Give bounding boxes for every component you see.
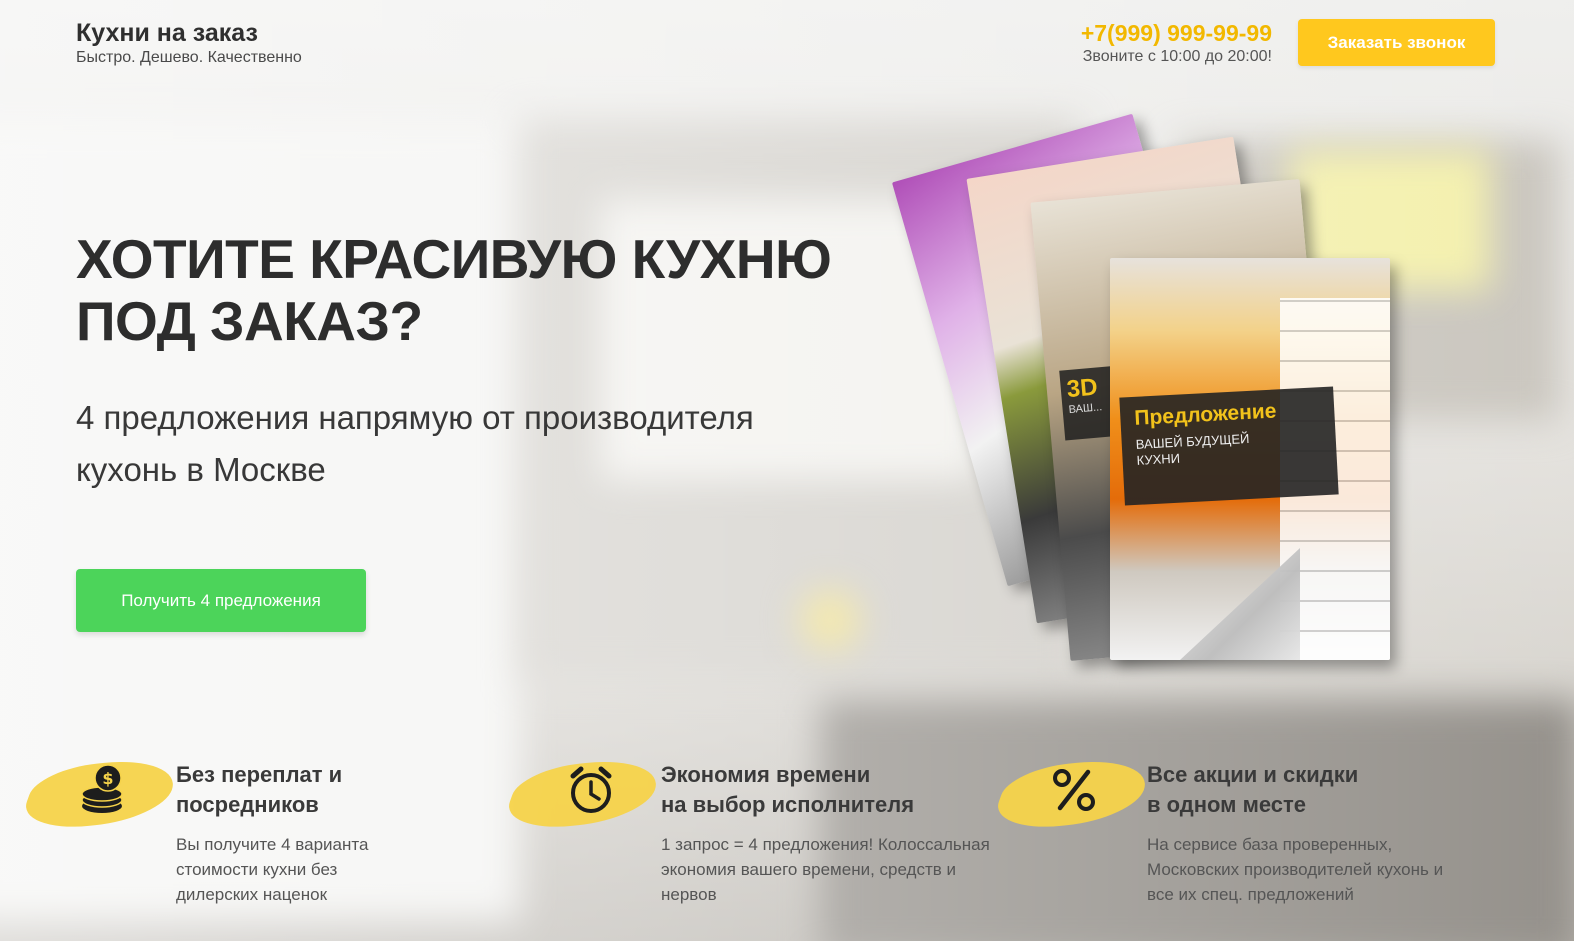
working-hours: Звоните с 10:00 до 20:00! [1082, 48, 1272, 65]
catalog-main-cover: Предложение ВАШЕЙ БУДУЩЕЙ КУХНИ [1110, 258, 1390, 660]
feature-title-line1: Экономия времени [661, 762, 871, 787]
coins-icon: $ [76, 760, 136, 820]
logo-title: Кухни на заказ [76, 19, 258, 47]
hero-title-line2: ПОД ЗАКАЗ? [76, 290, 423, 352]
order-call-button[interactable]: Заказать звонок [1298, 19, 1495, 66]
feature-title-line2: посредников [176, 792, 319, 817]
feature-title: Без переплат и посредников [176, 760, 396, 820]
get-offers-button[interactable]: Получить 4 предложения [76, 569, 366, 632]
logo-subtitle: Быстро. Дешево. Качественно [76, 49, 302, 66]
logo[interactable]: Кухни на заказ Быстро. Дешево. Качествен… [76, 18, 302, 68]
feature-title: Экономия времени на выбор исполнителя [661, 760, 961, 820]
feature-title-line1: Все акции и скидки [1147, 762, 1359, 787]
feature-title-line2: в одном месте [1147, 792, 1307, 817]
hero-subtitle: 4 предложения напрямую от производителя … [76, 392, 896, 496]
hero-subtitle-line1: 4 предложения напрямую от производителя [76, 399, 754, 436]
svg-text:$: $ [102, 769, 113, 788]
catalogs-illustration: 3D ВАШ... Предложение ВАШЕЙ БУДУЩЕЙ КУХН… [891, 80, 1420, 680]
feature-text: На сервисе база проверенных, Московских … [1147, 835, 1444, 904]
phone-number[interactable]: +7(999) 999-99-99 [1081, 19, 1272, 47]
contact-block: +7(999) 999-99-99 Звоните с 10:00 до 20:… [1081, 19, 1272, 67]
hero-subtitle-line2: кухонь в Москве [76, 451, 326, 488]
feature-text: 1 запрос = 4 предложения! Колоссальная э… [661, 835, 990, 904]
feature-title-line1: Без переплат и [176, 762, 343, 787]
feature-title-line2: на выбор исполнителя [661, 792, 915, 817]
percent-icon [1044, 760, 1104, 820]
catalog-cover-label: Предложение ВАШЕЙ БУДУЩЕЙ КУХНИ [1119, 386, 1339, 506]
catalog-cover-subtitle: ВАШЕЙ БУДУЩЕЙ КУХНИ [1135, 430, 1250, 468]
hero-title: ХОТИТЕ КРАСИВУЮ КУХНЮ ПОД ЗАКАЗ? [76, 228, 896, 352]
catalog-cover-title: Предложение [1133, 399, 1277, 430]
alarm-clock-icon [561, 760, 621, 820]
feature-title: Все акции и скидки в одном месте [1147, 760, 1407, 820]
hero-title-line1: ХОТИТЕ КРАСИВУЮ КУХНЮ [76, 228, 832, 290]
feature-text: Вы получите 4 варианта стоимости кухни б… [176, 835, 369, 904]
